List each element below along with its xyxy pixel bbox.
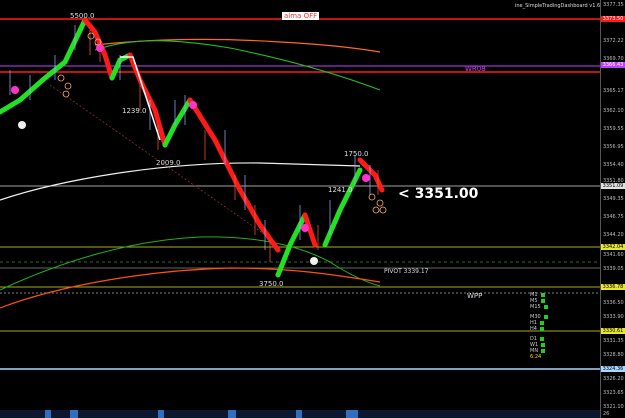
price-tick: 3323.65	[603, 390, 624, 396]
volume-label-3: 2009.0	[156, 159, 181, 167]
price-tag-yellow-1: 3342.04	[601, 244, 625, 250]
price-tick: 3326.20	[603, 376, 624, 382]
price-tag-yellow-3: 3330.61	[601, 328, 625, 334]
wpp-label: WPP	[467, 292, 483, 300]
price-tick: 3331.35	[603, 338, 624, 344]
price-tick: 3365.17	[603, 88, 624, 94]
countdown: 6:24	[530, 354, 542, 360]
price-tick-last: 26	[603, 411, 610, 417]
price-tag-purple: 3366.43	[601, 62, 625, 68]
dashboard-title: ine_SimpleTradingDashboard v1.6	[515, 3, 601, 9]
ma-orange-lower	[0, 267, 381, 309]
volume-label-4: 3750.0	[259, 280, 284, 288]
price-tick: 3354.40	[603, 162, 624, 168]
price-tick: 3377.35	[603, 2, 624, 8]
marker-magenta-4	[301, 224, 309, 232]
tf-h4: H4	[530, 326, 544, 332]
zigzag-down-5	[357, 157, 385, 193]
ma-white	[0, 162, 361, 201]
session-strip	[0, 410, 600, 418]
pivot-label: PIVOT 3339.17	[384, 268, 429, 275]
marker-white-1	[18, 121, 26, 129]
price-tick: 3372.22	[603, 38, 624, 44]
price-tag-yellow-2: 3336.78	[601, 284, 625, 290]
price-tick: 3339.05	[603, 266, 624, 272]
price-tick: 3349.35	[603, 196, 624, 202]
marker-magenta-5	[362, 174, 370, 182]
price-tick: 3321.10	[603, 404, 624, 410]
current-price-label: < 3351.00	[398, 186, 479, 202]
marker-white-2	[310, 257, 318, 265]
volume-label-2: 1239.0	[122, 107, 147, 115]
price-tick: 3359.55	[603, 126, 624, 132]
marker-magenta-3	[189, 101, 197, 109]
price-axis[interactable]: 3377.35 3372.22 3369.70 3365.17 3362.10 …	[600, 0, 625, 418]
price-tag-red: 3373.50	[601, 16, 625, 22]
marker-magenta-1	[11, 86, 19, 94]
price-chart[interactable]	[0, 0, 600, 410]
wr08-label: WR08	[465, 65, 486, 73]
ma-green-upper	[94, 40, 381, 91]
tf-m15: M15	[530, 304, 548, 310]
price-tag-current: 3351.09	[601, 183, 625, 189]
zigzag-up-3	[162, 97, 193, 148]
volume-label-1: 5500.0	[70, 12, 95, 20]
price-tick: 3341.60	[603, 252, 624, 258]
volume-label-6: 1241.0	[328, 186, 353, 194]
timeframe-panel: M1 M5 M15 M30 H1 H4 D1 W1 MN 6:24	[530, 292, 560, 362]
price-tick: 3333.90	[603, 314, 624, 320]
price-tick: 3344.20	[603, 232, 624, 238]
price-tick: 3362.10	[603, 108, 624, 114]
volume-label-5: 1750.0	[344, 150, 369, 158]
price-tick: 3346.75	[603, 214, 624, 220]
price-tick: 3328.80	[603, 352, 624, 358]
price-tick: 3336.50	[603, 300, 624, 306]
price-tick: 3356.95	[603, 144, 624, 150]
price-tag-blue: 3324.36	[601, 366, 625, 372]
alma-label: alma OFF	[282, 12, 320, 20]
